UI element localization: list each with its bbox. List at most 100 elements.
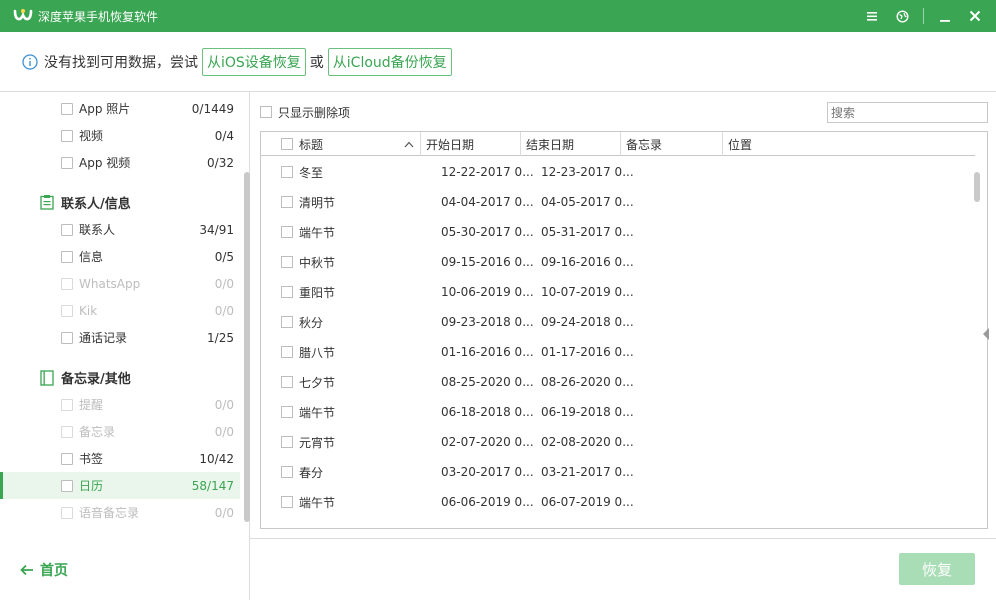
title-bar: 深度苹果手机恢复软件: [0, 0, 996, 32]
row-checkbox[interactable]: [281, 316, 293, 328]
sidebar-item-kik: Kik 0/0: [0, 297, 240, 324]
checkbox[interactable]: [61, 223, 73, 236]
column-header-location[interactable]: 位置: [723, 132, 975, 156]
row-checkbox[interactable]: [281, 256, 293, 268]
sidebar-item-count: 0/0: [214, 424, 234, 439]
table-row[interactable]: 七夕节 08-25-2020 0... 08-26-2020 0...: [261, 367, 975, 397]
sidebar-item-count: 0/0: [214, 397, 234, 412]
table-row[interactable]: 端午节 06-18-2018 0... 06-19-2018 0...: [261, 397, 975, 427]
checkbox[interactable]: [260, 106, 272, 118]
cell-end: 03-21-2017 0...: [541, 465, 634, 479]
sidebar-item-app-videos[interactable]: App 视频 0/32: [0, 149, 240, 176]
row-checkbox[interactable]: [281, 436, 293, 448]
checkbox: [61, 506, 73, 519]
table-row[interactable]: 冬至 12-22-2017 0... 12-23-2017 0...: [261, 157, 975, 187]
cell-end: 06-19-2018 0...: [541, 405, 634, 419]
notebook-icon: [40, 369, 54, 386]
checkbox[interactable]: [61, 156, 73, 169]
checkbox[interactable]: [61, 479, 73, 492]
column-end-label: 结束日期: [526, 137, 575, 152]
sidebar-item-count: 0/0: [214, 505, 234, 520]
arrow-left-icon: [20, 564, 34, 576]
table-row[interactable]: 腊八节 01-16-2016 0... 01-17-2016 0...: [261, 337, 975, 367]
table-row[interactable]: 清明节 04-04-2017 0... 04-05-2017 0...: [261, 187, 975, 217]
table-row[interactable]: 秋分 09-23-2018 0... 09-24-2018 0...: [261, 307, 975, 337]
cell-title: 春分: [299, 465, 324, 480]
sidebar-item-bookmarks[interactable]: 书签 10/42: [0, 445, 240, 472]
sidebar-item-call-log[interactable]: 通话记录 1/25: [0, 324, 240, 351]
table-row[interactable]: 元宵节 02-07-2020 0... 02-08-2020 0...: [261, 427, 975, 457]
home-label: 首页: [40, 563, 68, 579]
globe-icon[interactable]: [887, 0, 917, 32]
group-title: 联系人/信息: [61, 197, 131, 212]
sidebar-item-calendar[interactable]: 日历 58/147: [0, 472, 240, 499]
checkbox[interactable]: [61, 129, 73, 142]
table-row[interactable]: 端午节 05-30-2017 0... 05-31-2017 0...: [261, 217, 975, 247]
notice-or-text: 或: [309, 54, 324, 71]
menu-icon[interactable]: [857, 0, 887, 32]
row-checkbox[interactable]: [281, 376, 293, 388]
cell-end: 06-07-2019 0...: [541, 495, 634, 509]
row-checkbox[interactable]: [281, 496, 293, 508]
sidebar-item-videos[interactable]: 视频 0/4: [0, 122, 240, 149]
recover-from-ios-button[interactable]: 从iOS设备恢复: [202, 47, 306, 76]
sidebar-scrollbar[interactable]: [244, 172, 250, 522]
row-checkbox[interactable]: [281, 196, 293, 208]
cell-start: 12-22-2017 0...: [441, 165, 534, 179]
column-header-notes[interactable]: 备忘录: [621, 132, 723, 156]
sidebar: App 照片 0/1449 视频 0/4 App 视频 0/32 联系人/信息 …: [0, 92, 250, 600]
search-input[interactable]: [827, 102, 988, 123]
row-checkbox[interactable]: [281, 406, 293, 418]
checkbox[interactable]: [61, 452, 73, 465]
sidebar-item-label: Kik: [79, 303, 98, 318]
table-scrollbar[interactable]: [974, 172, 980, 202]
cell-start: 01-16-2016 0...: [441, 345, 534, 359]
sidebar-item-label: 备忘录: [79, 425, 116, 439]
cell-start: 08-25-2020 0...: [441, 375, 534, 389]
cell-start: 09-15-2016 0...: [441, 255, 534, 269]
row-checkbox[interactable]: [281, 346, 293, 358]
table-row[interactable]: 中秋节 09-15-2016 0... 09-16-2016 0...: [261, 247, 975, 277]
column-header-title[interactable]: 标题: [261, 132, 421, 156]
row-checkbox[interactable]: [281, 286, 293, 298]
home-button[interactable]: 首页: [20, 560, 68, 580]
sidebar-item-app-photos[interactable]: App 照片 0/1449: [0, 95, 240, 122]
column-header-end[interactable]: 结束日期: [521, 132, 621, 156]
sidebar-item-notes: 备忘录 0/0: [0, 418, 240, 445]
row-checkbox[interactable]: [281, 466, 293, 478]
sidebar-item-count: 10/42: [199, 451, 234, 466]
sort-asc-icon: [404, 141, 414, 148]
row-checkbox[interactable]: [281, 226, 293, 238]
checkbox: [61, 277, 73, 290]
minimize-icon[interactable]: [930, 0, 960, 32]
checkbox[interactable]: [61, 331, 73, 344]
close-icon[interactable]: [960, 0, 990, 32]
app-title: 深度苹果手机恢复软件: [38, 9, 159, 24]
table-row[interactable]: 春分 03-20-2017 0... 03-21-2017 0...: [261, 457, 975, 487]
sidebar-item-count: 58/147: [191, 478, 234, 493]
table-row[interactable]: 端午节 06-06-2019 0... 06-07-2019 0...: [261, 487, 975, 517]
checkbox[interactable]: [61, 250, 73, 263]
recover-button[interactable]: 恢复: [899, 553, 975, 585]
sidebar-item-count: 0/5: [214, 249, 234, 264]
recover-from-icloud-button[interactable]: 从iCloud备份恢复: [327, 47, 452, 76]
sidebar-item-label: 提醒: [79, 398, 104, 412]
contacts-icon: [40, 195, 54, 210]
cell-title: 端午节: [299, 225, 336, 240]
sidebar-item-contacts[interactable]: 联系人 34/91: [0, 216, 240, 243]
sidebar-item-messages[interactable]: 信息 0/5: [0, 243, 240, 270]
table-row[interactable]: 重阳节 10-06-2019 0... 10-07-2019 0...: [261, 277, 975, 307]
collapse-panel-icon[interactable]: [982, 327, 990, 341]
sidebar-item-label: 日历: [79, 479, 104, 493]
cell-start: 10-06-2019 0...: [441, 285, 534, 299]
sidebar-item-count: 34/91: [199, 222, 234, 237]
column-title-label: 标题: [299, 137, 324, 152]
checkbox[interactable]: [61, 102, 73, 115]
sidebar-item-count: 0/1449: [191, 101, 234, 116]
row-checkbox[interactable]: [281, 166, 293, 178]
sidebar-item-whatsapp: WhatsApp 0/0: [0, 270, 240, 297]
table-header: 标题 开始日期 结束日期 备忘录 位置: [261, 132, 975, 156]
column-header-start[interactable]: 开始日期: [421, 132, 521, 156]
show-deleted-toggle[interactable]: 只显示删除项: [260, 100, 350, 124]
select-all-checkbox[interactable]: [281, 138, 293, 150]
